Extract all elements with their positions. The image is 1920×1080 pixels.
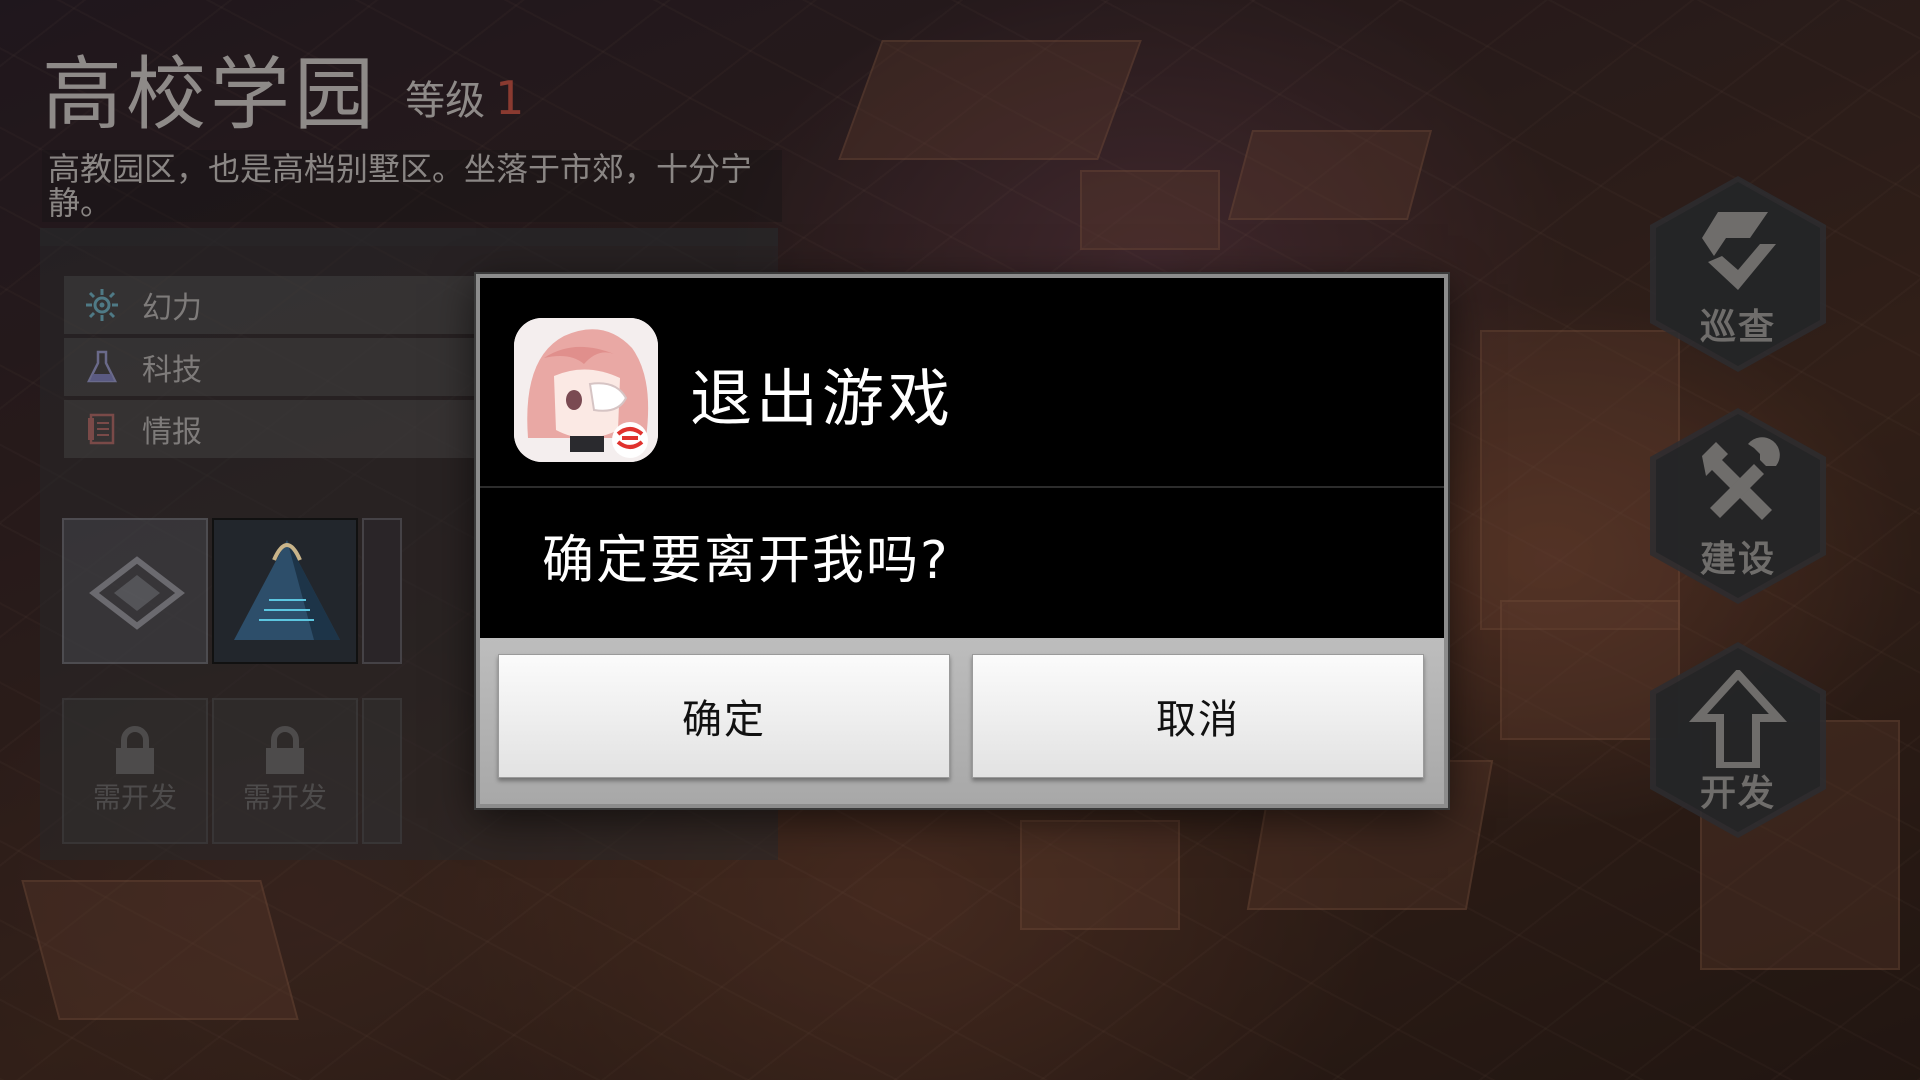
dialog-title: 退出游戏 <box>690 362 955 435</box>
tower-building-icon <box>234 540 340 640</box>
locked-tile[interactable]: 需开发 <box>62 698 208 844</box>
app-icon <box>514 318 658 462</box>
cancel-button[interactable]: 取消 <box>972 654 1424 778</box>
locked-label: 需开发 <box>92 781 177 814</box>
empty-slot-icon <box>89 556 185 630</box>
region-level: 等级 1 <box>405 68 524 126</box>
patrol-icon <box>1702 212 1776 290</box>
build-label: 建设 <box>1699 539 1776 580</box>
region-title: 高校学园 <box>42 48 378 141</box>
game-screen: 高校学园 等级1 高教园区，也是高档别墅区。坐落于市郊，十分宁静。 幻力 科技 <box>0 0 1920 1080</box>
locked-label: 需开发 <box>242 781 327 814</box>
exit-dialog: 退出游戏 确定要离开我吗? 确定 取消 <box>476 274 1448 808</box>
wrench-hammer-icon <box>1702 437 1780 520</box>
up-arrow-icon <box>1688 670 1788 768</box>
building-tile-tower[interactable] <box>212 518 358 664</box>
stat-label: 情报 <box>142 415 202 450</box>
dialog-message: 确定要离开我吗? <box>542 531 950 591</box>
locked-tile[interactable]: 需开发 <box>212 698 358 844</box>
level-label: 等级 <box>405 78 486 124</box>
build-button[interactable]: 建设 <box>1650 408 1826 604</box>
flask-icon <box>84 349 120 385</box>
lock-icon <box>266 726 304 774</box>
develop-label: 开发 <box>1699 773 1776 814</box>
dialog-footer: 确定 取消 <box>480 638 1444 804</box>
document-icon <box>84 411 120 447</box>
patrol-button[interactable]: 巡查 <box>1650 176 1826 372</box>
level-value: 1 <box>495 71 525 125</box>
lock-icon <box>116 726 154 774</box>
building-tile-empty[interactable] <box>62 518 208 664</box>
building-tile-partial[interactable] <box>362 518 402 664</box>
develop-button[interactable]: 开发 <box>1650 642 1826 838</box>
sparkle-icon <box>84 287 120 323</box>
stat-label: 科技 <box>142 353 202 388</box>
locked-tile[interactable] <box>362 698 402 844</box>
region-description: 高教园区，也是高档别墅区。坐落于市郊，十分宁静。 <box>42 150 782 222</box>
stat-label: 幻力 <box>142 291 202 326</box>
confirm-button[interactable]: 确定 <box>498 654 950 778</box>
dialog-header: 退出游戏 <box>480 278 1444 488</box>
patrol-label: 巡查 <box>1699 307 1776 348</box>
region-header: 高校学园 等级 1 高教园区，也是高档别墅区。坐落于市郊，十分宁静。 <box>42 30 782 222</box>
